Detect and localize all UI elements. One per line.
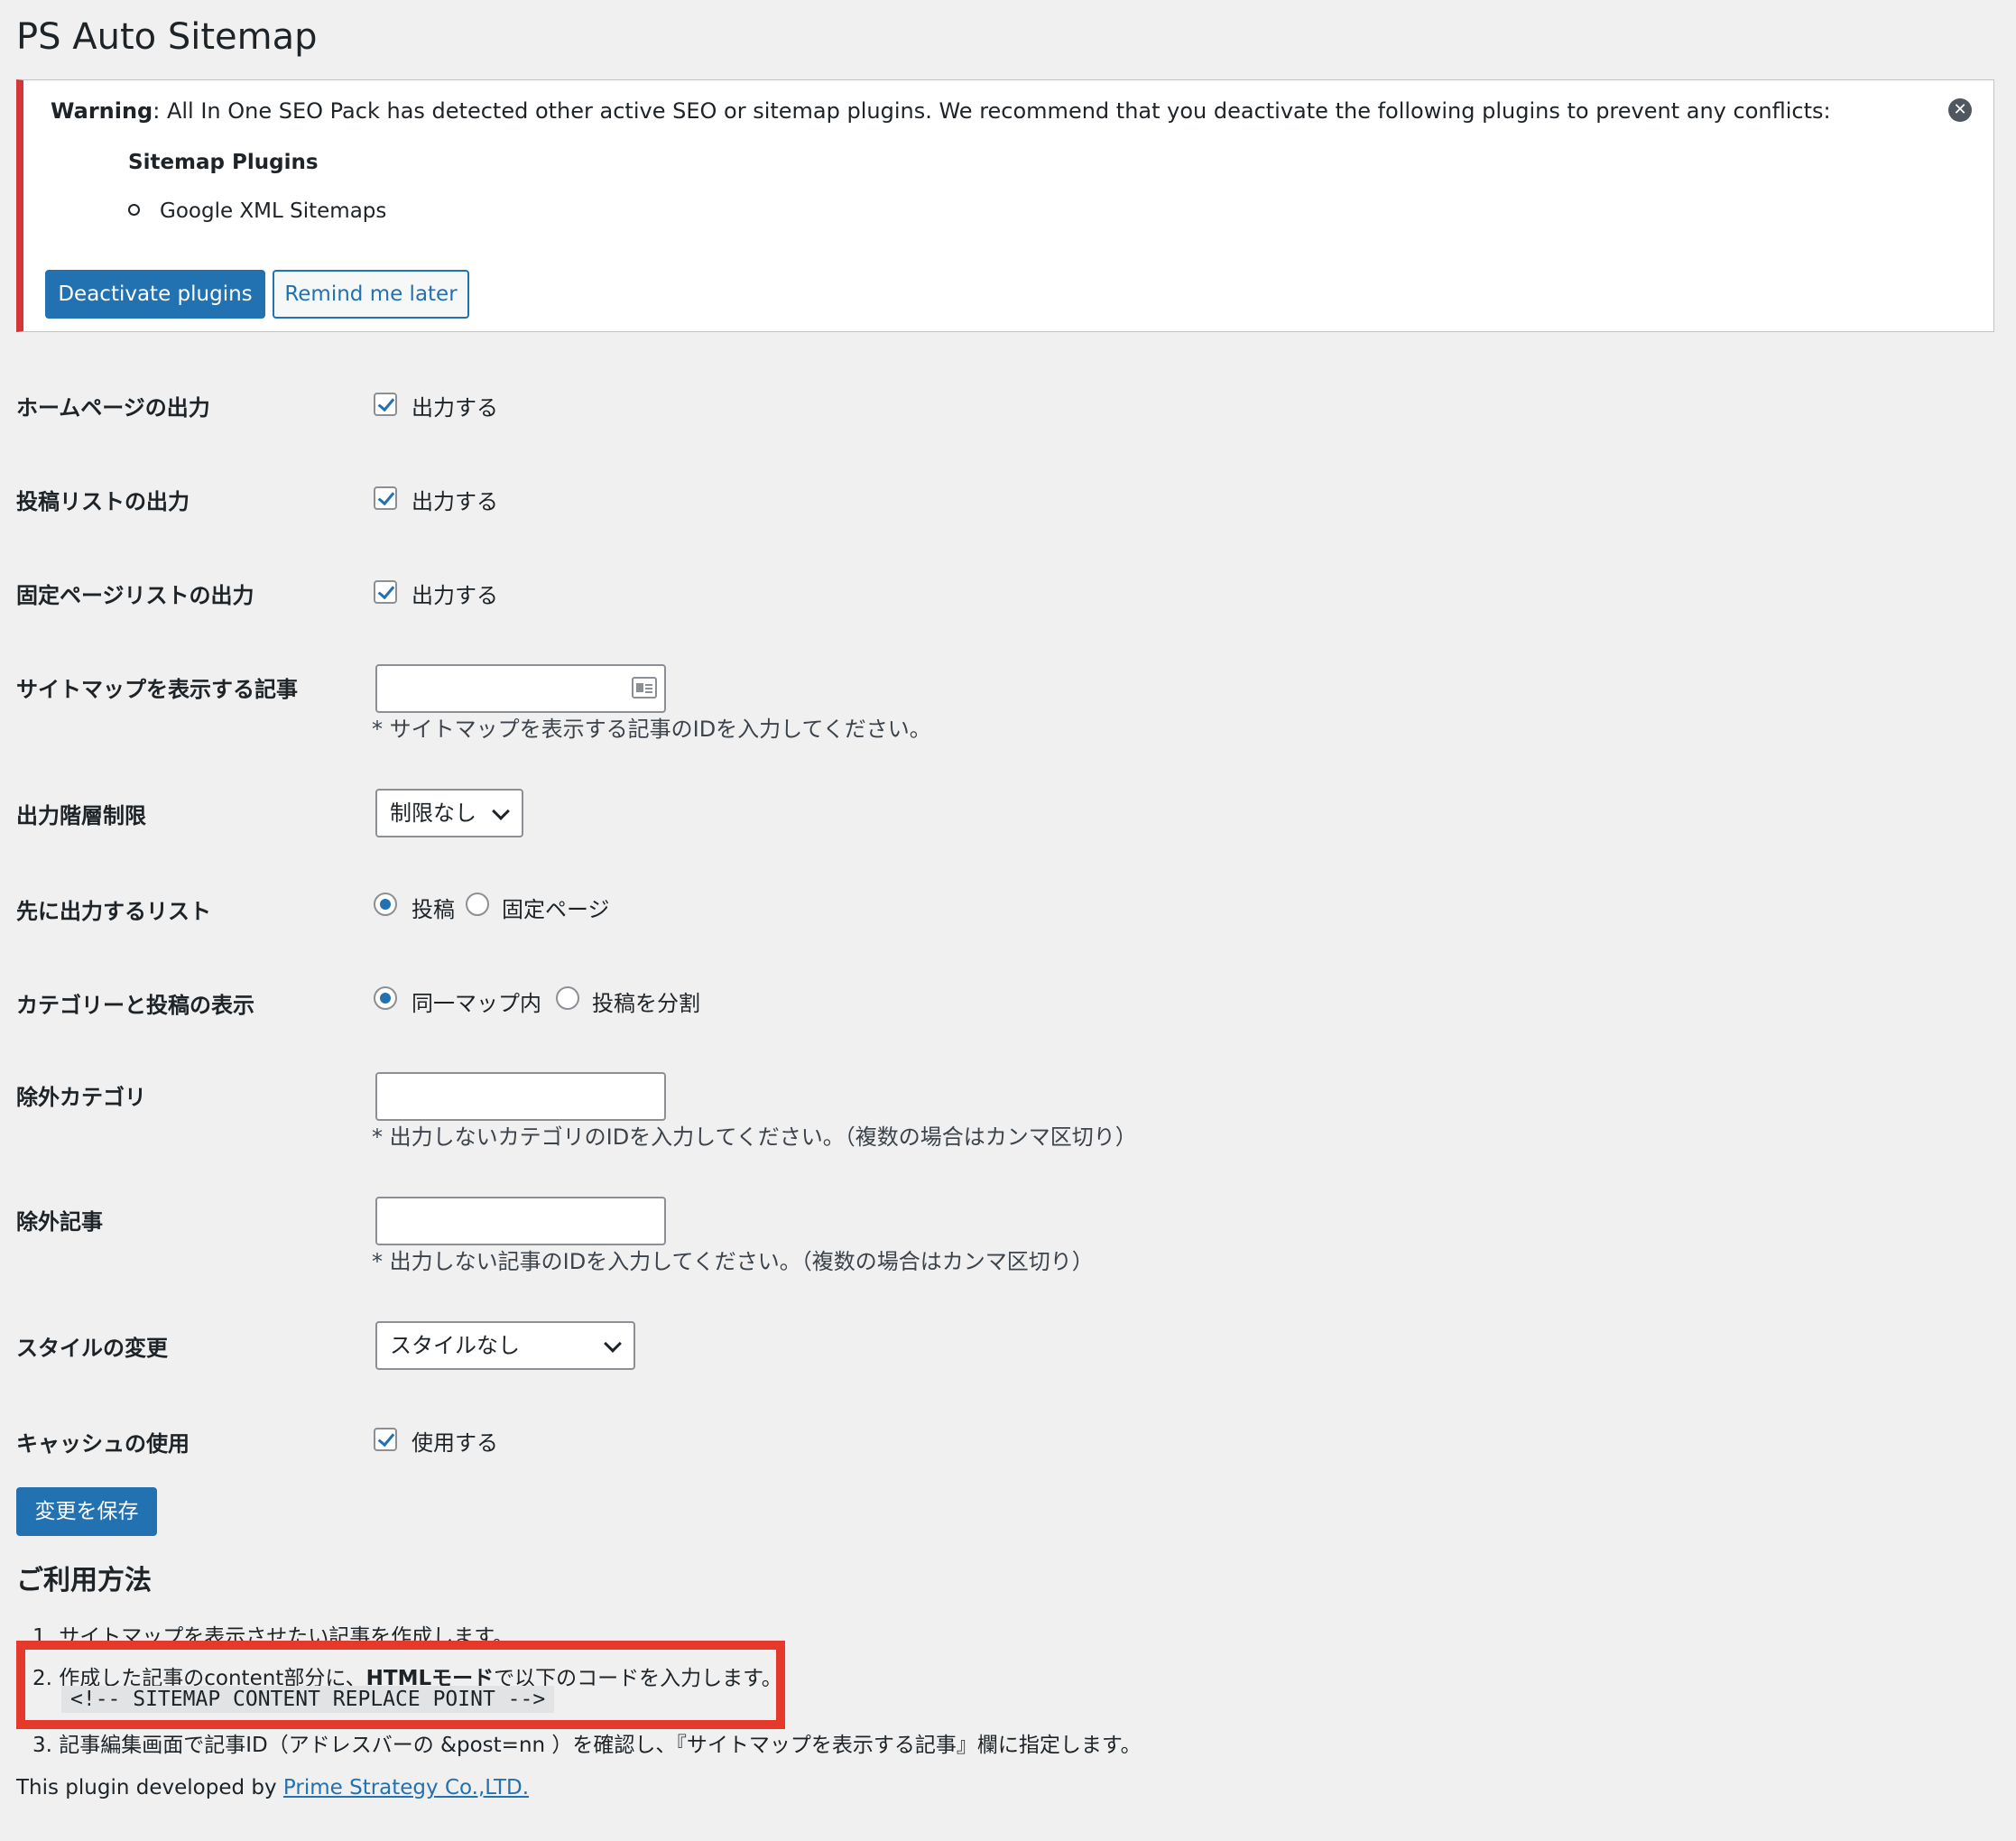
style-value: スタイルなし [390, 1333, 520, 1358]
bullet-icon [128, 204, 140, 216]
exclude-categories-description: * 出力しないカテゴリのIDを入力してください。（複数の場合はカンマ区切り） [372, 1124, 1137, 1150]
first-list-radio-posts[interactable] [374, 893, 397, 916]
posts-list-output-label: 投稿リストの出力 [16, 489, 190, 514]
posts-list-output-checkbox[interactable] [374, 486, 397, 510]
exclude-posts-description: * 出力しない記事のIDを入力してください。（複数の場合はカンマ区切り） [372, 1249, 1094, 1274]
plugin-list-item: Google XML Sitemaps [128, 199, 386, 223]
pages-list-output-checkbox[interactable] [374, 580, 397, 604]
exclude-categories-label: 除外カテゴリ [16, 1085, 146, 1110]
category-display-option-same: 同一マップ内 [412, 991, 541, 1016]
exclude-posts-input[interactable] [375, 1197, 666, 1245]
cache-checkbox[interactable] [374, 1428, 397, 1451]
sitemap-post-label: サイトマップを表示する記事 [16, 677, 298, 702]
category-display-label: カテゴリーと投稿の表示 [16, 993, 254, 1018]
sitemap-post-input[interactable] [375, 664, 666, 713]
seo-conflict-warning: Warning: All In One SEO Pack has detecte… [16, 79, 1994, 332]
chevron-down-icon [604, 1335, 622, 1353]
chevron-down-icon [492, 802, 510, 820]
depth-limit-label: 出力階層制限 [16, 803, 146, 828]
contact-card-icon[interactable] [632, 677, 657, 698]
homepage-output-checkbox[interactable] [374, 393, 397, 416]
pages-list-output-option: 出力する [412, 583, 498, 608]
exclude-posts-label: 除外記事 [16, 1209, 103, 1235]
homepage-output-label: ホームページの出力 [16, 395, 210, 421]
first-list-label: 先に出力するリスト [16, 899, 211, 924]
exclude-categories-input[interactable] [375, 1072, 666, 1121]
posts-list-output-option: 出力する [412, 489, 498, 514]
category-display-option-split: 投稿を分割 [592, 991, 700, 1016]
sitemap-post-description: * サイトマップを表示する記事のIDを入力してください。 [372, 717, 931, 742]
depth-limit-value: 制限なし [390, 800, 476, 826]
cache-label: キャッシュの使用 [16, 1431, 190, 1457]
first-list-option-posts: 投稿 [412, 897, 455, 922]
homepage-output-option: 出力する [412, 395, 498, 421]
pages-list-output-label: 固定ページリストの出力 [16, 583, 254, 608]
deactivate-plugins-button[interactable]: Deactivate plugins [45, 270, 265, 319]
remind-me-later-button[interactable]: Remind me later [273, 270, 469, 319]
page-title: PS Auto Sitemap [16, 16, 318, 58]
warning-message: Warning: All In One SEO Pack has detecte… [51, 98, 1831, 124]
category-display-radio-split[interactable] [556, 986, 579, 1010]
footer-text: This plugin developed by [16, 1776, 283, 1799]
warning-subheading: Sitemap Plugins [128, 151, 319, 174]
cache-option: 使用する [412, 1430, 498, 1456]
close-icon[interactable]: ✕ [1948, 98, 1972, 122]
developer-link[interactable]: Prime Strategy Co.,LTD. [283, 1776, 529, 1799]
category-display-radio-same[interactable] [374, 986, 397, 1010]
highlight-box [16, 1641, 785, 1729]
warning-text: : All In One SEO Pack has detected other… [153, 98, 1831, 124]
depth-limit-select[interactable]: 制限なし [375, 789, 523, 837]
first-list-option-pages: 固定ページ [502, 897, 610, 922]
style-label: スタイルの変更 [16, 1336, 168, 1361]
usage-step-3: 3. 記事編集画面で記事ID（アドレスバーの &post=nn ）を確認し、『サ… [32, 1734, 1142, 1757]
first-list-radio-pages[interactable] [466, 893, 489, 916]
warning-prefix: Warning [51, 98, 153, 124]
usage-heading: ご利用方法 [16, 1565, 152, 1596]
style-select[interactable]: スタイルなし [375, 1321, 635, 1370]
footer: This plugin developed by Prime Strategy … [16, 1776, 529, 1799]
plugin-name: Google XML Sitemaps [160, 199, 387, 223]
save-changes-button[interactable]: 変更を保存 [16, 1487, 157, 1536]
